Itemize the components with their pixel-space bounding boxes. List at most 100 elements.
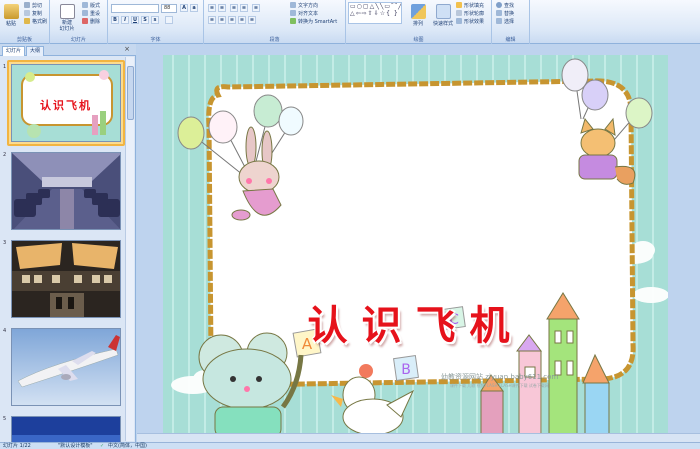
panel-tabs: 幻灯片 大纲 ×	[0, 44, 136, 56]
slide-number: 3	[3, 240, 7, 246]
find-label: 查找	[504, 3, 515, 9]
font-name-combo[interactable]	[111, 4, 159, 13]
align-left-icon[interactable]: ≡	[208, 16, 216, 24]
justify-icon[interactable]: ≡	[238, 16, 246, 24]
watermark-text: 幼教资源网站 ziyuan.baby611.com	[441, 373, 559, 381]
decrease-indent-icon[interactable]: ≡	[230, 4, 238, 12]
scrollbar-thumb[interactable]	[127, 66, 134, 120]
copy-icon	[24, 10, 30, 16]
slides-panel: 幻灯片 大纲 × 1 认识飞机 2 3 4 5	[0, 44, 136, 442]
new-slide-button[interactable]: 新建 幻灯片	[55, 2, 79, 36]
smartart-label: 转换为 SmartArt	[298, 19, 338, 25]
align-text-button[interactable]: 对齐文本	[290, 10, 318, 18]
copy-button[interactable]: 复制	[24, 10, 42, 18]
shape-outline-button[interactable]: 形状轮廓	[456, 10, 484, 18]
layout-button[interactable]: 版式	[82, 2, 100, 10]
ribbon: 粘贴 剪切 复制 格式刷 剪贴板 新建 幻灯片 版式 重设 删除 幻灯片 88 …	[0, 0, 700, 44]
notes-divider[interactable]	[137, 433, 700, 442]
tab-outline[interactable]: 大纲	[26, 46, 45, 56]
grow-font-icon[interactable]: A	[180, 4, 188, 12]
smartart-icon	[290, 18, 296, 24]
find-button[interactable]: 查找	[496, 2, 514, 10]
font-group-label: 字体	[150, 37, 161, 43]
text-direction-label: 文字方向	[298, 3, 319, 9]
quick-styles-button[interactable]: 快速样式	[430, 2, 456, 36]
shape-effects-button[interactable]: 形状效果	[456, 18, 484, 26]
slide-thumbnail-4[interactable]	[11, 328, 121, 406]
columns-icon[interactable]: ≡	[248, 16, 256, 24]
close-icon[interactable]: ×	[124, 45, 130, 53]
slide-thumbnail-1[interactable]: 认识飞机	[11, 64, 121, 142]
quick-styles-icon	[435, 4, 451, 19]
drawing-group: ▭○▢△╲╲▭⌒╱ △⇦⇨⇧⇩☆{ } 排列 快速样式 形状填充 形状轮廓 形状效…	[346, 0, 492, 44]
italic-icon[interactable]: I	[121, 16, 129, 24]
status-bar: 幻灯片 1/22 "默认设计模板" ✓ 中文(简体，中国)	[0, 442, 700, 449]
slide-thumbnail-5[interactable]	[11, 416, 121, 442]
new-slide-icon	[59, 4, 75, 19]
shadow-icon[interactable]: s	[151, 16, 159, 24]
shape-fill-label: 形状填充	[464, 3, 485, 9]
clipboard-group: 粘贴 剪切 复制 格式刷 剪贴板	[0, 0, 50, 44]
slide-thumbnail-3[interactable]	[11, 240, 121, 318]
cursor-icon	[496, 18, 502, 24]
font-size-combo[interactable]: 88	[161, 4, 177, 13]
drawing-group-label: 绘图	[413, 37, 424, 43]
font-color-icon[interactable]	[165, 16, 173, 24]
delete-button[interactable]: 删除	[82, 18, 100, 26]
bullets-icon[interactable]: ≡	[208, 4, 216, 12]
text-direction-icon	[290, 2, 296, 8]
paste-label: 粘贴	[5, 21, 16, 27]
align-center-icon[interactable]: ≡	[218, 16, 226, 24]
bold-icon[interactable]: B	[111, 16, 119, 24]
slide-number: 2	[3, 152, 7, 158]
scissors-icon	[24, 2, 30, 8]
editing-group-label: 编辑	[505, 37, 516, 43]
format-painter-button[interactable]: 格式刷	[24, 18, 47, 26]
language-indicator[interactable]: 中文(简体，中国)	[108, 443, 147, 449]
theme-name: "默认设计模板"	[58, 443, 93, 449]
watermark-subtext: 课件下载 儿歌 视频FLASH FLASH课件下载 试卷下载网	[450, 383, 549, 388]
replace-button[interactable]: 替换	[496, 10, 514, 18]
text-direction-button[interactable]: 文字方向	[290, 2, 318, 10]
increase-indent-icon[interactable]: ≡	[240, 4, 248, 12]
slide-artwork: C A B	[171, 55, 668, 435]
reset-button[interactable]: 重设	[82, 10, 100, 18]
underline-icon[interactable]: U	[131, 16, 139, 24]
layout-label: 版式	[90, 3, 101, 9]
line-spacing-icon[interactable]: ≡	[252, 4, 260, 12]
paste-button[interactable]: 粘贴	[1, 2, 21, 36]
shape-fill-button[interactable]: 形状填充	[456, 2, 484, 10]
format-painter-label: 格式刷	[32, 19, 48, 25]
slide-thumbnail-2[interactable]	[11, 152, 121, 230]
align-right-icon[interactable]: ≡	[228, 16, 236, 24]
smartart-button[interactable]: 转换为 SmartArt	[290, 18, 337, 26]
slide-title[interactable]: 认识飞机	[163, 293, 668, 351]
reset-icon	[82, 10, 88, 16]
delete-label: 删除	[90, 19, 101, 25]
shapes-gallery[interactable]: ▭○▢△╲╲▭⌒╱ △⇦⇨⇧⇩☆{ }	[348, 2, 402, 24]
quick-styles-label: 快速样式	[432, 21, 453, 27]
replace-icon	[496, 10, 502, 16]
shrink-font-icon[interactable]: a	[190, 4, 198, 12]
paintbrush-icon	[24, 18, 30, 24]
align-text-icon	[290, 10, 296, 16]
slide-canvas[interactable]: C A B 认识飞机 幼教资源网站 ziyuan.baby611.com 课件下…	[163, 55, 668, 435]
panel-scrollbar[interactable]	[125, 57, 134, 441]
font-group: 88 A a B I U S s 字体	[108, 0, 204, 44]
strikethrough-icon[interactable]: S	[141, 16, 149, 24]
paste-icon	[3, 4, 19, 19]
effects-icon	[456, 18, 462, 24]
airplane-flying-image	[12, 329, 120, 405]
tab-slides[interactable]: 幻灯片	[2, 46, 26, 56]
cut-button[interactable]: 剪切	[24, 2, 42, 10]
cut-label: 剪切	[32, 3, 43, 9]
select-button[interactable]: 选择	[496, 18, 514, 26]
replace-label: 替换	[504, 11, 515, 17]
pencil-icon	[456, 10, 462, 16]
numbering-icon[interactable]: ≡	[218, 4, 226, 12]
editing-group: 查找 替换 选择 编辑	[492, 0, 530, 44]
arrange-label: 排列	[412, 21, 423, 27]
paragraph-group: ≡ ≡ ≡ ≡ ≡ ≡ ≡ ≡ ≡ ≡ 文字方向 对齐文本 转换为 SmartA…	[204, 0, 346, 44]
slide-counter: 幻灯片 1/22	[3, 443, 31, 449]
arrange-button[interactable]: 排列	[408, 2, 428, 36]
